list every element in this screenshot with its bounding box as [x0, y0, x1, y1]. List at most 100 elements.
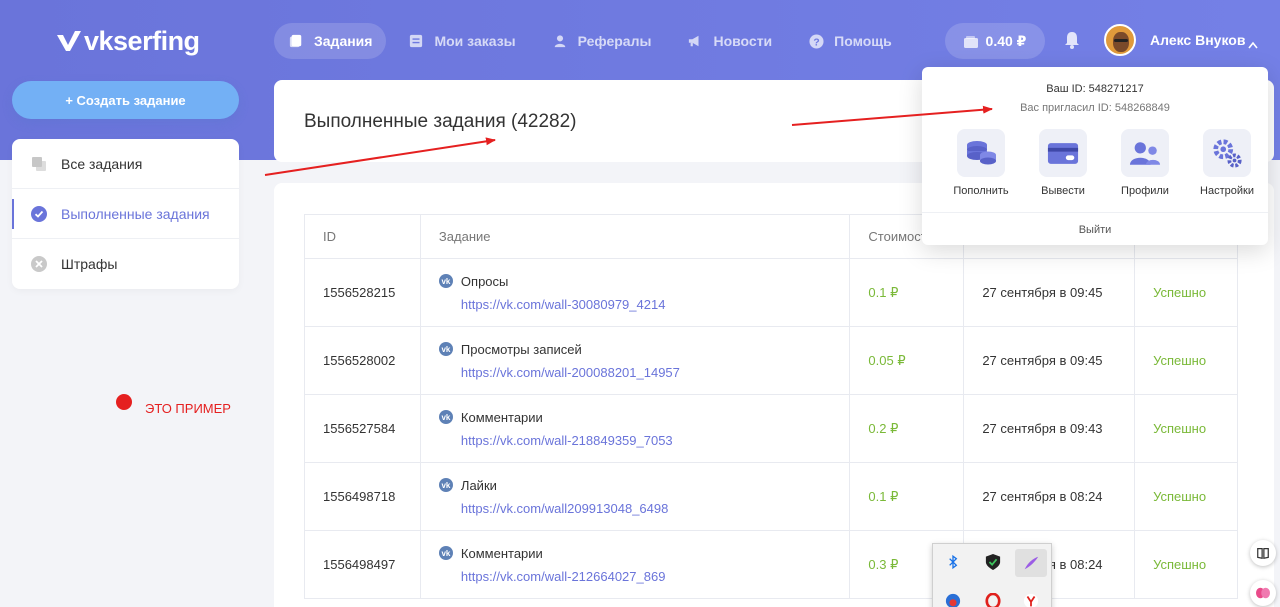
logo-text: vkserfing	[84, 25, 200, 56]
row-task: vk Просмотры записей https://vk.com/wall-…	[419, 326, 851, 395]
app-icon[interactable]	[943, 591, 963, 607]
help-icon: ?	[808, 33, 824, 49]
yandex-icon[interactable]	[1021, 591, 1041, 607]
nav-label: Рефералы	[577, 33, 652, 49]
nav-item-orders[interactable]: Мои заказы	[394, 23, 529, 59]
nav-item-help[interactable]: ? Помощь	[794, 23, 906, 59]
row-date: 27 сентября в 08:24	[963, 462, 1136, 531]
row-id: 1556498718	[304, 462, 421, 531]
task-type: Опросы	[460, 273, 509, 289]
table-row: 1556527584 vk Комментарии https://vk.com/…	[304, 394, 1238, 463]
chevron-up-icon[interactable]	[1248, 36, 1258, 49]
orders-icon	[408, 33, 424, 49]
top-up-button[interactable]: Пополнить	[940, 129, 1022, 197]
task-link[interactable]: https://vk.com/wall-30080979_4214	[439, 297, 850, 312]
vk-icon: vk	[438, 410, 453, 424]
table-row: 1556528215 vk Опросы https://vk.com/wall-…	[304, 258, 1238, 327]
profile-dropdown: Ваш ID: 548271217 Вас пригласил ID: 5482…	[922, 67, 1268, 245]
row-date: 27 сентября в 09:45	[963, 326, 1136, 395]
shield-icon[interactable]	[983, 552, 1003, 572]
sidebar: Все задания Выполненные задания Штрафы	[12, 139, 239, 289]
create-task-button[interactable]: + Создать задание	[12, 81, 239, 119]
row-id: 1556528002	[304, 326, 421, 395]
avatar[interactable]	[1104, 24, 1136, 56]
system-tray-popup	[932, 543, 1052, 607]
annotation-text: ЭТО ПРИМЕР	[145, 401, 231, 416]
row-id: 1556528215	[304, 258, 421, 327]
bell-icon[interactable]	[1062, 30, 1082, 50]
column-header-task: Задание	[419, 214, 851, 259]
wallet-icon	[963, 35, 978, 48]
opera-icon[interactable]	[983, 591, 1003, 607]
gears-icon	[1203, 129, 1251, 177]
row-task: vk Комментарии https://vk.com/wall-212664…	[419, 530, 851, 599]
nav-label: Новости	[713, 33, 773, 49]
megaphone-icon	[687, 33, 703, 49]
page-title: Выполненные задания (42282)	[304, 111, 577, 132]
logo[interactable]: vkserfing	[56, 24, 200, 58]
sidebar-item-label: Выполненные задания	[61, 205, 210, 222]
vk-icon: vk	[438, 546, 453, 560]
nav-label: Помощь	[834, 33, 892, 49]
row-task: vk Опросы https://vk.com/wall-30080979_42…	[419, 258, 851, 327]
logout-button[interactable]: Выйти	[922, 224, 1268, 236]
users-icon	[1121, 129, 1169, 177]
sidebar-item-penalties[interactable]: Штрафы	[12, 239, 239, 289]
referrer-id-text: Вас пригласил ID: 548268849	[1020, 102, 1170, 114]
referrals-icon	[552, 33, 568, 49]
sidebar-item-all-tasks[interactable]: Все задания	[12, 139, 239, 189]
dropdown-divider	[922, 212, 1268, 213]
row-cost: 0.1 ₽	[849, 462, 965, 531]
sidebar-item-completed-tasks[interactable]: Выполненные задания	[12, 189, 239, 239]
row-task: vk Лайки https://vk.com/wall209913048_649…	[419, 462, 851, 531]
task-type: Лайки	[460, 477, 497, 493]
coins-icon	[957, 129, 1005, 177]
nav-label: Задания	[314, 33, 373, 49]
nav-item-news[interactable]: Новости	[673, 23, 786, 59]
nav-item-referrals[interactable]: Рефералы	[538, 23, 666, 59]
vk-icon: vk	[438, 274, 453, 288]
book-icon[interactable]	[1250, 540, 1276, 566]
task-type: Комментарии	[460, 545, 543, 561]
column-header-id: ID	[304, 214, 421, 259]
brain-icon[interactable]	[1250, 580, 1276, 606]
table-row: 1556498718 vk Лайки https://vk.com/wall20…	[304, 462, 1238, 531]
task-link[interactable]: https://vk.com/wall-200088201_14957	[439, 365, 850, 380]
vk-icon: vk	[438, 478, 453, 492]
row-status: Успешно	[1134, 258, 1238, 327]
task-link[interactable]: https://vk.com/wall209913048_6498	[439, 501, 850, 516]
row-cost: 0.1 ₽	[849, 258, 965, 327]
user-id-text: Ваш ID: 548271217	[1046, 83, 1144, 95]
content-card: ID Задание Стоимость Дата Статус 1556528…	[274, 183, 1274, 607]
table-row: 1556498497 vk Комментарии https://vk.com/…	[304, 530, 1238, 599]
settings-button[interactable]: Настройки	[1186, 129, 1268, 197]
sidebar-item-label: Штрафы	[61, 256, 118, 272]
nav-label: Мои заказы	[434, 33, 516, 49]
bluetooth-icon[interactable]	[943, 552, 963, 572]
row-id: 1556498497	[304, 530, 421, 599]
row-status: Успешно	[1134, 326, 1238, 395]
balance-value: 0.40 ₽	[985, 32, 1027, 49]
profiles-button[interactable]: Профили	[1104, 129, 1186, 197]
dropdown-action-label: Вывести	[1041, 185, 1085, 197]
row-task: vk Комментарии https://vk.com/wall-218849…	[419, 394, 851, 463]
username[interactable]: Алекс Внуков	[1150, 32, 1245, 48]
task-link[interactable]: https://vk.com/wall-218849359_7053	[439, 433, 850, 448]
balance-button[interactable]: 0.40 ₽	[945, 23, 1045, 59]
task-link[interactable]: https://vk.com/wall-212664027_869	[439, 569, 850, 584]
tasks-table: ID Задание Стоимость Дата Статус 1556528…	[304, 214, 1238, 599]
table-row: 1556528002 vk Просмотры записей https://v…	[304, 326, 1238, 395]
main-nav: Задания Мои заказы Рефералы Новости ? По…	[274, 23, 914, 59]
withdraw-button[interactable]: Вывести	[1022, 129, 1104, 197]
dropdown-action-label: Пополнить	[953, 185, 1009, 197]
row-cost: 0.2 ₽	[849, 394, 965, 463]
dropdown-actions: Пополнить Вывести Профили Настройки	[940, 129, 1268, 197]
row-status: Успешно	[1134, 530, 1238, 599]
card-icon	[1039, 129, 1087, 177]
sidebar-item-label: Все задания	[61, 155, 143, 172]
row-date: 27 сентября в 09:43	[963, 394, 1136, 463]
feather-icon[interactable]	[1015, 549, 1047, 577]
nav-item-tasks[interactable]: Задания	[274, 23, 387, 59]
task-type: Просмотры записей	[460, 341, 582, 357]
row-date: 27 сентября в 09:45	[963, 258, 1136, 327]
